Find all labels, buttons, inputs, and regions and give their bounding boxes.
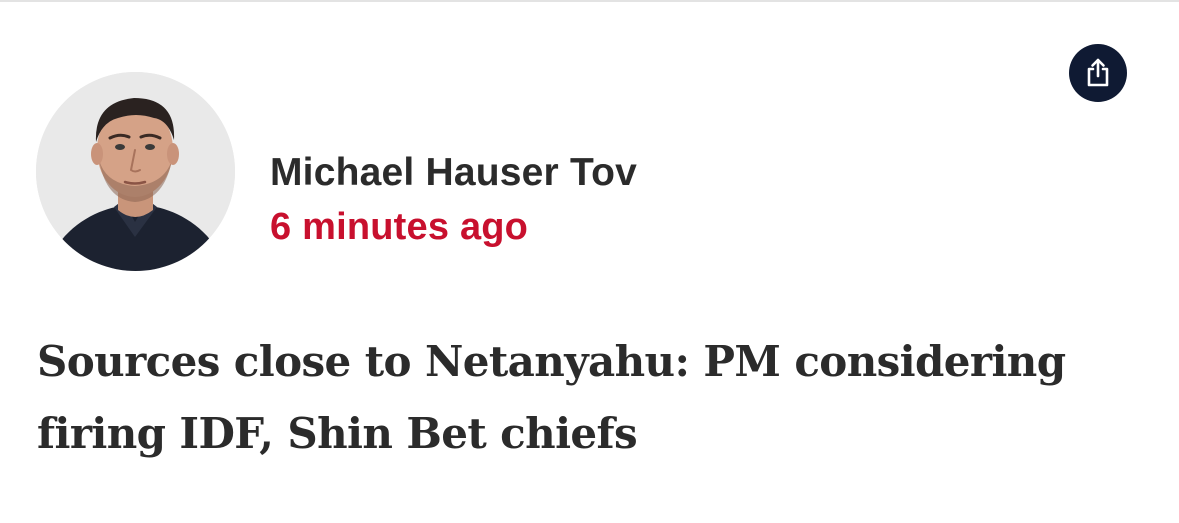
share-button[interactable]: [1069, 44, 1127, 102]
post-headline: Sources close to Netanyahu: PM consideri…: [37, 337, 1066, 458]
author-portrait: [36, 72, 235, 271]
author-avatar[interactable]: [36, 72, 235, 271]
share-icon: [1084, 58, 1112, 88]
top-divider: [0, 0, 1179, 2]
author-name[interactable]: Michael Hauser Tov: [270, 150, 637, 196]
post-timestamp: 6 minutes ago: [270, 206, 529, 248]
